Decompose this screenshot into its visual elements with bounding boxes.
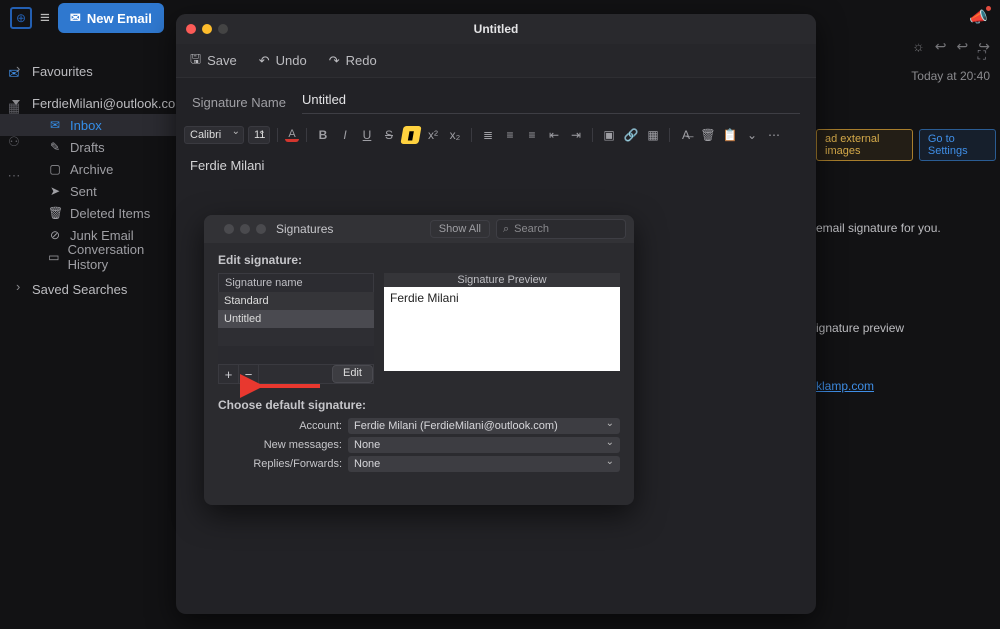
minimize-icon (240, 224, 250, 234)
message-timestamp: Today at 20:40 (816, 69, 990, 83)
choose-default-header: Choose default signature: (218, 398, 620, 412)
highlight-button[interactable]: ▮ (400, 126, 421, 144)
body-excerpt-2: ignature preview (816, 321, 996, 335)
preview-header: Signature Preview (384, 273, 620, 287)
announcement-icon[interactable]: 📣 (969, 8, 988, 26)
font-select[interactable]: Calibri (184, 126, 244, 144)
close-icon (224, 224, 234, 234)
overflow-button[interactable]: ⋯ (765, 126, 783, 144)
new-messages-select[interactable]: None (348, 437, 620, 453)
align-button[interactable]: ≡ (523, 126, 541, 144)
bulleted-list-button[interactable]: ≣ (479, 126, 497, 144)
go-to-settings-badge[interactable]: Go to Settings (919, 129, 996, 161)
remove-signature-button[interactable]: − (239, 365, 259, 383)
undo-icon: ↶ (259, 53, 270, 69)
new-messages-label: New messages: (218, 439, 348, 451)
underline-button[interactable]: U (358, 126, 376, 144)
window-title: Untitled (176, 22, 816, 36)
signature-row[interactable]: Untitled (218, 310, 374, 328)
save-icon: 🖫 (190, 50, 201, 72)
inbox-icon: ✉ (48, 118, 62, 132)
strike-button[interactable]: S (380, 126, 398, 144)
drafts-icon: ✎ (48, 140, 62, 154)
indent-button[interactable]: ⇥ (567, 126, 585, 144)
saved-searches-section[interactable]: Saved Searches (0, 278, 176, 300)
sidebar-item-inbox[interactable]: ✉Inbox (0, 114, 176, 136)
signature-name-field[interactable]: Untitled (302, 90, 800, 114)
outdent-button[interactable]: ⇤ (545, 126, 563, 144)
paste-button[interactable]: 📋 (721, 126, 739, 144)
external-images-badge[interactable]: ad external images (816, 129, 913, 161)
edit-signature-button[interactable]: Edit (332, 365, 373, 383)
subscript-button[interactable]: x₂ (446, 126, 464, 144)
save-button[interactable]: 🖫Save (190, 50, 237, 72)
compose-icon: ✉ (70, 10, 81, 26)
signatures-preferences-window: Signatures Show All ⌕ Search Edit signat… (204, 215, 634, 505)
brightness-icon[interactable]: ☼ (912, 38, 925, 55)
replies-forwards-select[interactable]: None (348, 456, 620, 472)
superscript-button[interactable]: x² (424, 126, 442, 144)
fontsize-select[interactable]: 11 (248, 126, 270, 144)
replies-forwards-label: Replies/Forwards: (218, 458, 348, 470)
undo-button[interactable]: ↶Undo (259, 53, 307, 69)
signature-row[interactable] (218, 346, 374, 364)
formatting-toolbar: Calibri 11 A B I U S ▮ x² x₂ ≣ ≡ ≡ ⇤ ⇥ ▣… (176, 122, 816, 152)
trash-icon: 🗑 (48, 206, 62, 220)
expand-icon[interactable]: ⛶ (978, 48, 986, 63)
signature-row[interactable] (218, 328, 374, 346)
signature-body-text: Ferdie Milani (190, 158, 264, 173)
signature-name-label: Signature Name (192, 95, 286, 110)
account-section[interactable]: FerdieMilani@outlook.co (0, 92, 176, 114)
body-excerpt-1: email signature for you. (816, 221, 996, 235)
account-label: Account: (218, 420, 348, 432)
delete-button[interactable]: 🗑 (699, 126, 717, 144)
prefs-search-input[interactable]: ⌕ Search (496, 219, 626, 239)
favourites-section[interactable]: Favourites (0, 60, 176, 82)
bold-button[interactable]: B (314, 126, 332, 144)
table-button[interactable]: ▦ (644, 126, 662, 144)
font-color-button[interactable]: A (285, 128, 299, 142)
signature-name-column: Signature name (218, 273, 374, 292)
clear-format-button[interactable]: A̶ (677, 126, 695, 144)
archive-icon: ▢ (48, 162, 62, 176)
zoom-icon (256, 224, 266, 234)
new-email-label: New Email (87, 11, 152, 26)
preview-body: Ferdie Milani (384, 287, 620, 371)
body-link[interactable]: klamp.com (816, 379, 874, 393)
folder-sidebar: Favourites FerdieMilani@outlook.co ✉Inbo… (0, 60, 176, 300)
numbered-list-button[interactable]: ≡ (501, 126, 519, 144)
signature-list: Signature name Standard Untitled + − Edi… (218, 273, 374, 384)
edit-signature-header: Edit signature: (218, 253, 620, 267)
sent-icon: ➤ (48, 184, 62, 198)
sidebar-item-drafts[interactable]: ✎Drafts (0, 136, 176, 158)
account-select[interactable]: Ferdie Milani (FerdieMilani@outlook.com) (348, 418, 620, 434)
sidebar-item-deleted[interactable]: 🗑Deleted Items (0, 202, 176, 224)
redo-icon: ↷ (329, 53, 340, 69)
new-email-button[interactable]: ✉ New Email (58, 3, 164, 33)
italic-button[interactable]: I (336, 126, 354, 144)
hamburger-icon[interactable]: ≡ (40, 8, 50, 28)
app-logo-icon: ⊕ (10, 7, 32, 29)
signature-row[interactable]: Standard (218, 292, 374, 310)
sidebar-item-sent[interactable]: ➤Sent (0, 180, 176, 202)
reply-icon[interactable]: ↩ (935, 38, 947, 55)
folder-icon: ▭ (48, 250, 60, 264)
redo-button[interactable]: ↷Redo (329, 53, 377, 69)
prefs-title: Signatures (276, 222, 333, 236)
sidebar-item-archive[interactable]: ▢Archive (0, 158, 176, 180)
link-button[interactable]: 🔗 (622, 126, 640, 144)
sidebar-item-history[interactable]: ▭Conversation History (0, 246, 176, 268)
signature-preview-panel: Signature Preview Ferdie Milani (384, 273, 620, 384)
message-pane-excerpt: ☼ ↩ ↩ ↪ Today at 20:40 ad external image… (816, 38, 996, 393)
picture-button[interactable]: ▣ (600, 126, 618, 144)
search-icon: ⌕ (503, 223, 509, 236)
prefs-traffic-lights[interactable] (224, 224, 266, 234)
add-signature-button[interactable]: + (219, 365, 239, 383)
replyall-icon[interactable]: ↩ (957, 38, 969, 55)
chevron-down-icon[interactable]: ⌄ (743, 126, 761, 144)
junk-icon: ⊘ (48, 228, 62, 242)
show-all-button[interactable]: Show All (430, 220, 490, 238)
